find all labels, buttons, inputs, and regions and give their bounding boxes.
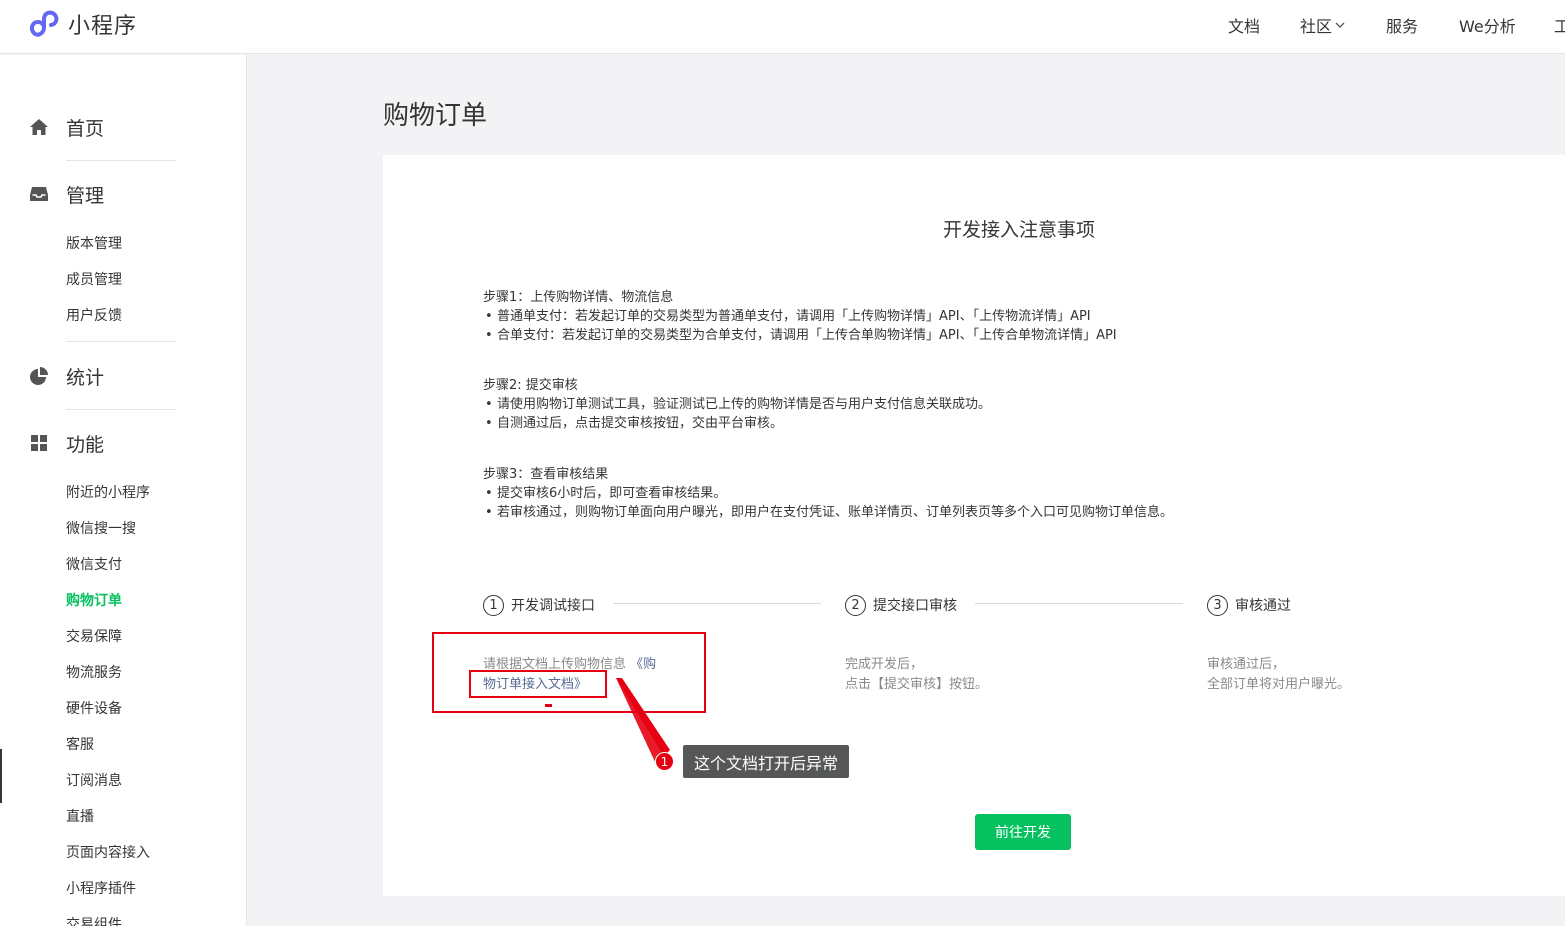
sidebar-item-nearby[interactable]: 附近的小程序 xyxy=(66,483,150,503)
sidebar-item-subscribe[interactable]: 订阅消息 xyxy=(66,771,122,791)
flow-desc-text: 完成开发后， xyxy=(845,657,924,672)
sidebar-item-search[interactable]: 微信搜一搜 xyxy=(66,519,136,539)
step-title: 步骤1：上传购物详情、物流信息 xyxy=(483,290,674,305)
annotation-badge: 1 xyxy=(655,752,674,771)
sidebar-item-shopping-order[interactable]: 购物订单 xyxy=(66,591,122,611)
sidebar-scroll-indicator xyxy=(0,749,2,803)
go-develop-button[interactable]: 前往开发 xyxy=(975,814,1071,850)
flow-step-number: 1 xyxy=(483,594,504,616)
step-bullet: 合单支付：若发起订单的交易类型为合单支付，请调用「上传合单购物详情」API、「上… xyxy=(483,326,1117,345)
miniprogram-logo-icon xyxy=(29,10,59,37)
sidebar-item-logistics[interactable]: 物流服务 xyxy=(66,663,122,683)
sidebar-item-plugins[interactable]: 小程序插件 xyxy=(66,879,136,899)
flow-desc-text: 审核通过后， xyxy=(1207,657,1286,672)
sidebar-item-pay[interactable]: 微信支付 xyxy=(66,555,122,575)
sidebar-item-trade-component[interactable]: 交易组件 xyxy=(66,915,122,926)
sidebar-divider xyxy=(66,409,176,410)
flow-desc-2: 完成开发后， 点击【提交审核】按钮。 xyxy=(845,655,988,695)
flow-step-2: 2 提交接口审核 xyxy=(845,594,957,616)
step-1: 步骤1：上传购物详情、物流信息 普通单支付：若发起订单的交易类型为普通单支付，请… xyxy=(483,288,1117,345)
sidebar-item-version[interactable]: 版本管理 xyxy=(66,234,122,254)
step-bullet: 请使用购物订单测试工具，验证测试已上传的购物详情是否与用户支付信息关联成功。 xyxy=(483,395,991,414)
annotation-tooltip: 这个文档打开后异常 xyxy=(683,745,850,778)
page-title: 购物订单 xyxy=(383,101,488,131)
chevron-down-icon xyxy=(1335,22,1345,28)
sidebar-divider xyxy=(66,160,176,161)
home-icon xyxy=(28,116,50,138)
flow-connector xyxy=(613,603,821,604)
sidebar-item-trade-guarantee[interactable]: 交易保障 xyxy=(66,627,122,647)
annotation-inner-box xyxy=(469,670,607,698)
flow-step-number: 3 xyxy=(1207,594,1228,616)
flow-connector xyxy=(975,603,1183,604)
sidebar-section-label: 统计 xyxy=(66,366,105,389)
grid-icon xyxy=(28,432,50,454)
annotation-mark xyxy=(545,704,552,707)
sidebar-item-customer-service[interactable]: 客服 xyxy=(66,735,94,755)
sidebar-section-label: 管理 xyxy=(66,184,105,207)
logo[interactable]: 小程序 xyxy=(28,8,137,40)
nav-community-label: 社区 xyxy=(1300,17,1333,36)
flow-desc-3: 审核通过后， 全部订单将对用户曝光。 xyxy=(1207,655,1350,695)
flow-step-number: 2 xyxy=(845,594,866,616)
step-title: 步骤3：查看审核结果 xyxy=(483,467,609,482)
flow-step-label: 审核通过 xyxy=(1235,598,1291,614)
flow-desc-text: 点击【提交审核】按钮。 xyxy=(845,677,989,692)
nav-service[interactable]: 服务 xyxy=(1386,13,1418,37)
sidebar-item-feedback[interactable]: 用户反馈 xyxy=(66,306,122,326)
nav-docs[interactable]: 文档 xyxy=(1228,13,1260,37)
step-3: 步骤3：查看审核结果 提交审核6小时后，即可查看审核结果。 若审核通过，则购物订… xyxy=(483,465,1173,522)
step-title: 步骤2: 提交审核 xyxy=(483,378,578,393)
sidebar-section-label: 功能 xyxy=(66,433,105,456)
flow-step-3: 3 审核通过 xyxy=(1207,594,1291,616)
flow-step-label: 提交接口审核 xyxy=(873,598,957,614)
step-2: 步骤2: 提交审核 请使用购物订单测试工具，验证测试已上传的购物详情是否与用户支… xyxy=(483,376,991,433)
step-bullet: 普通单支付：若发起订单的交易类型为普通单支付，请调用「上传购物详情」API、「上… xyxy=(483,307,1117,326)
flow-step-label: 开发调试接口 xyxy=(511,598,595,614)
pie-chart-icon xyxy=(28,365,50,387)
sidebar: 首页 管理 版本管理 成员管理 用户反馈 统计 功能 附近的小程序 微信搜一搜 … xyxy=(0,55,247,926)
sidebar-section-label: 首页 xyxy=(66,117,105,140)
step-bullet: 若审核通过，则购物订单面向用户曝光，即用户在支付凭证、账单详情页、订单列表页等多… xyxy=(483,503,1173,522)
content-card: 开发接入注意事项 步骤1：上传购物详情、物流信息 普通单支付：若发起订单的交易类… xyxy=(383,155,1565,896)
sidebar-item-live[interactable]: 直播 xyxy=(66,807,94,827)
sidebar-divider xyxy=(66,341,176,342)
notice-title: 开发接入注意事项 xyxy=(943,219,1096,241)
nav-community[interactable]: 社区 xyxy=(1300,13,1345,37)
flow-step-1: 1 开发调试接口 xyxy=(483,594,595,616)
flow-desc-text: 全部订单将对用户曝光。 xyxy=(1207,677,1351,692)
inbox-icon xyxy=(28,183,50,205)
nav-tools[interactable]: 工 xyxy=(1554,13,1565,37)
sidebar-item-hardware[interactable]: 硬件设备 xyxy=(66,699,122,719)
nav-we-analysis[interactable]: We分析 xyxy=(1459,13,1516,37)
top-bar: 小程序 文档 社区 服务 We分析 工 xyxy=(0,0,1565,54)
logo-text: 小程序 xyxy=(68,14,138,39)
sidebar-item-page-content[interactable]: 页面内容接入 xyxy=(66,843,150,863)
sidebar-item-members[interactable]: 成员管理 xyxy=(66,270,122,290)
step-bullet: 自测通过后，点击提交审核按钮，交由平台审核。 xyxy=(483,414,991,433)
step-bullet: 提交审核6小时后，即可查看审核结果。 xyxy=(483,484,1173,503)
